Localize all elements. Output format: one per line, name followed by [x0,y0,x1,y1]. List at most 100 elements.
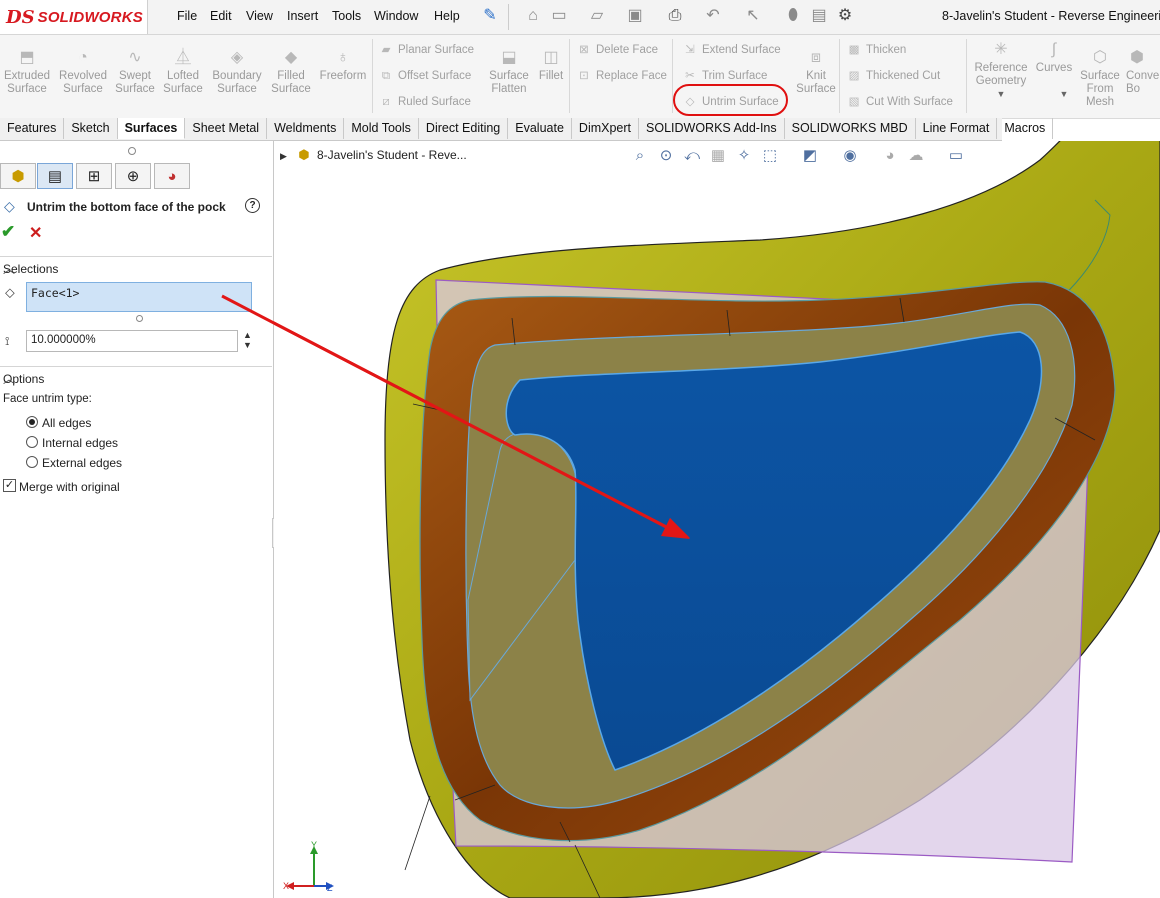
external-edges-radio[interactable] [26,456,38,468]
fillet-button[interactable]: ◫ Fillet [535,49,567,83]
tab-surfaces[interactable]: Surfaces [117,118,186,139]
print-icon[interactable]: ⎙ [666,7,684,25]
open-folder-icon[interactable]: ▱ [588,7,606,25]
untrim-feature-icon: ◇ [4,198,15,214]
surface-from-mesh-button[interactable]: ⬡ Surface From Mesh [1078,49,1122,109]
surface-flatten-button[interactable]: ⬓ Surface Flatten [486,49,532,96]
tab-solidworks-mbd[interactable]: SOLIDWORKS MBD [785,118,916,139]
selected-face-item[interactable]: Face<1> [31,286,79,300]
freeform-button[interactable]: ♁ Freeform [318,49,368,83]
extruded-surface-button[interactable]: ⬒ Extruded Surface [2,49,52,96]
help-icon[interactable]: ? [245,198,260,213]
cancel-x-button[interactable]: ✕ [29,223,42,243]
convert-to-bodies-button[interactable]: ⬢ Conve Bo [1126,49,1160,96]
dimxpert-manager-tab-icon[interactable]: ⊕ [115,163,151,189]
feature-tree-root-label[interactable]: 8-Javelin's Student - Reve... [317,148,467,162]
face-selection-list[interactable]: Face<1> [26,282,252,312]
previous-view-icon[interactable]: ⤺ [682,146,702,166]
display-style-icon[interactable]: ◩ [800,146,820,166]
spin-stepper-icon[interactable]: ▲ ▼ [243,330,252,350]
feature-tree-flyout[interactable]: ▶ ⬢ 8-Javelin's Student - Reve... [280,147,467,163]
dynamic-annotation-icon[interactable]: ✧ [734,146,754,166]
menu-insert[interactable]: Insert [287,9,318,23]
tab-solidworks-addins[interactable]: SOLIDWORKS Add-Ins [639,118,785,139]
internal-edges-radio[interactable] [26,436,38,448]
options-gear-icon[interactable]: ⚙ [836,7,854,25]
tab-evaluate[interactable]: Evaluate [508,118,572,139]
replace-face-button[interactable]: ⊡ Replace Face [576,68,667,84]
view-settings-icon[interactable]: ▭ [946,146,966,166]
display-manager-tab-icon[interactable]: ◕ [154,163,190,189]
configuration-manager-tab-icon[interactable]: ⊞ [76,163,112,189]
menu-help[interactable]: Help [434,9,460,23]
apply-scene-icon[interactable]: ☁ [906,146,926,166]
undo-icon[interactable]: ↶ [704,7,722,25]
tab-features[interactable]: Features [0,118,65,139]
new-document-icon[interactable]: ▭ [550,7,568,25]
tab-macros[interactable]: Macros [997,118,1054,139]
face-selection-icon: ⬦ [5,284,15,300]
select-arrow-icon[interactable]: ↖ [744,7,762,25]
collapse-chevron-icon[interactable]: ︿ [3,370,263,387]
pin-icon[interactable]: ✎ [481,7,499,25]
ruled-surface-button[interactable]: ⧄ Ruled Surface [378,94,471,110]
tab-sketch[interactable]: Sketch [64,118,118,139]
menu-tools[interactable]: Tools [332,9,361,23]
thicken-button[interactable]: ▩ Thicken [846,42,907,58]
zoom-to-area-icon[interactable]: ⊙ [656,146,676,166]
tab-dimxpert[interactable]: DimXpert [572,118,640,139]
curves-button[interactable]: ∫ Curves ▼ [1034,41,1074,101]
thicken-icon: ▩ [848,44,860,56]
cut-with-surface-button[interactable]: ▧ Cut With Surface [846,94,953,110]
all-edges-radio[interactable] [26,416,38,428]
swept-surface-button[interactable]: ∿ Swept Surface [112,49,158,96]
delete-face-button[interactable]: ⊠ Delete Face [576,42,658,58]
feature-manager-tab-icon[interactable]: ⬢ [0,163,36,189]
trim-surface-button[interactable]: ✂ Trim Surface [682,68,767,84]
extend-surface-button[interactable]: ⇲ Extend Surface [682,42,780,58]
menu-file[interactable]: File [177,9,197,23]
reference-geometry-dropdown-icon[interactable]: ▼ [972,88,1030,101]
list-resize-grip-icon[interactable] [136,315,143,322]
menu-edit[interactable]: Edit [210,9,232,23]
offset-surface-button[interactable]: ⧉ Offset Surface [378,68,471,84]
ok-checkmark-button[interactable]: ✔ [1,222,15,242]
tab-direct-editing[interactable]: Direct Editing [419,118,509,139]
curves-dropdown-icon[interactable]: ▼ [1054,88,1074,101]
hide-show-items-icon[interactable]: ◉ [840,146,860,166]
collapse-chevron-icon[interactable]: ︿ [3,260,263,277]
property-manager-tab-icon[interactable]: ▤ [37,163,73,189]
graphics-area[interactable] [274,141,1160,898]
tab-weldments[interactable]: Weldments [267,118,345,139]
selections-section-header[interactable]: Selections ︿ [0,256,272,279]
menu-view[interactable]: View [246,9,273,23]
thickened-cut-button[interactable]: ▨ Thickened Cut [846,68,941,84]
view-orientation-icon[interactable]: ⬚ [760,146,780,166]
zoom-to-fit-icon[interactable]: ⌕ [630,146,650,166]
section-view-icon[interactable]: ▦ [708,146,728,166]
tab-sheet-metal[interactable]: Sheet Metal [185,118,268,139]
extruded-surface-label: Extruded Surface [3,70,51,95]
untrim-distance-input[interactable]: 10.000000% [26,330,238,352]
tab-mold-tools[interactable]: Mold Tools [344,118,419,139]
filled-surface-button[interactable]: ◆ Filled Surface [270,49,312,96]
rebuild-icon[interactable]: ⬮ [784,7,802,25]
edit-appearance-icon[interactable]: ◕ [880,146,900,166]
planar-surface-button[interactable]: ▰ Planar Surface [378,42,475,58]
home-icon[interactable]: ⌂ [524,7,542,25]
file-properties-icon[interactable]: ▤ [810,7,828,25]
revolved-surface-button[interactable]: ◔ Revolved Surface [57,49,109,96]
solidworks-logo[interactable]: DS SOLIDWORKS [0,0,148,34]
expand-arrow-icon[interactable]: ▶ [280,151,287,161]
lofted-surface-button[interactable]: ⏅ Lofted Surface [161,49,205,96]
tab-line-format[interactable]: Line Format [916,118,998,139]
boundary-surface-button[interactable]: ◈ Boundary Surface [210,49,264,96]
untrim-type-label: Face untrim type: [3,393,92,405]
options-section-header[interactable]: Options ︿ [0,366,272,389]
panel-grip-icon[interactable] [128,147,136,155]
save-icon[interactable]: ▣ [626,7,644,25]
menu-window[interactable]: Window [374,9,418,23]
reference-geometry-button[interactable]: ✳ Reference Geometry ▼ [972,41,1030,101]
merge-with-original-checkbox[interactable]: ✓ [3,479,16,492]
knit-surface-button[interactable]: ⧈ Knit Surface [796,49,836,96]
